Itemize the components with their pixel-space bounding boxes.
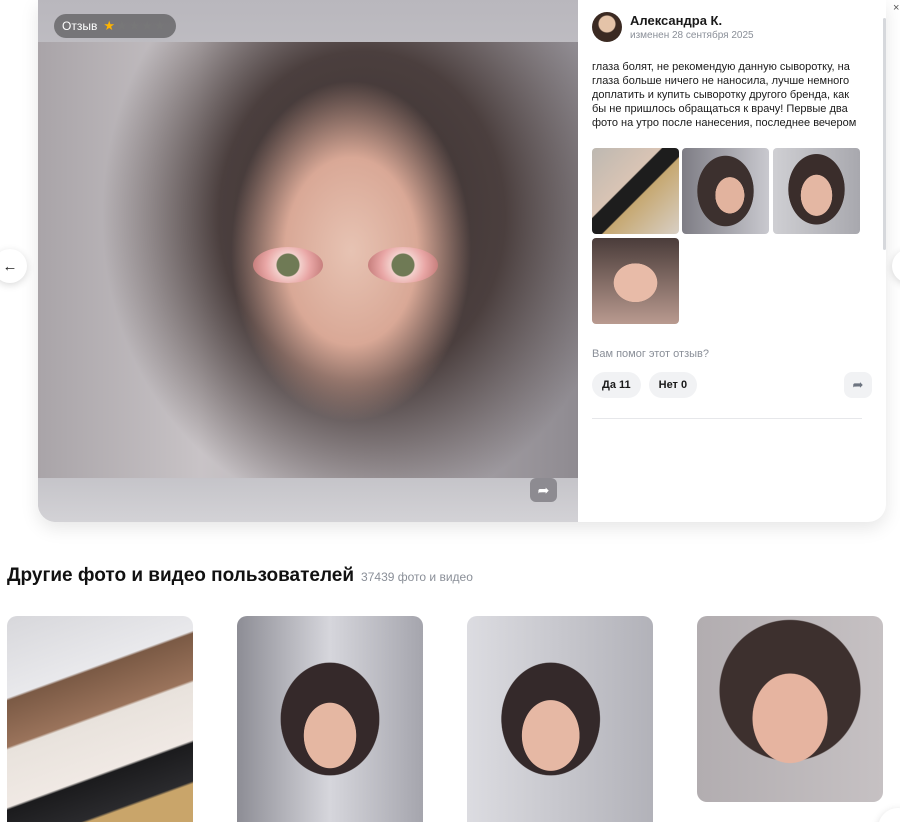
review-media-viewer[interactable]: Отзыв ★ ★ ★ ★ ★ ➦: [38, 0, 578, 522]
gallery-photo[interactable]: [467, 616, 653, 822]
review-rating-badge: Отзыв ★ ★ ★ ★ ★: [54, 14, 176, 38]
previous-review-button[interactable]: ←: [0, 249, 27, 283]
gallery-photo[interactable]: [697, 616, 883, 802]
helpful-question: Вам помог этот отзыв?: [592, 348, 709, 360]
star-icon: ★: [153, 18, 166, 33]
side-panel-scrollbar[interactable]: [883, 18, 886, 250]
review-thumbnail[interactable]: [592, 238, 679, 324]
star-icon: ★: [128, 18, 141, 33]
review-details-panel: Александра К. изменен 28 сентября 2025 г…: [578, 0, 886, 522]
review-main-photo[interactable]: [38, 42, 578, 478]
share-review-button[interactable]: ➦: [844, 372, 872, 398]
review-card: Отзыв ★ ★ ★ ★ ★ ➦ Александра К. изменен …: [38, 0, 886, 522]
photo-eye-left: [253, 247, 323, 283]
gallery-count: 37439 фото и видео: [361, 570, 473, 584]
photo-eye-right: [368, 247, 438, 283]
review-badge-label: Отзыв: [62, 19, 98, 33]
star-icon: ★: [116, 18, 128, 33]
rating-stars: ★ ★ ★ ★ ★: [103, 18, 165, 34]
star-icon: ★: [141, 18, 153, 33]
review-thumbnail[interactable]: [592, 148, 679, 234]
share-icon: ➦: [537, 481, 550, 498]
gallery-grid: [7, 616, 883, 822]
arrow-left-icon: ←: [2, 257, 18, 275]
vote-yes-button[interactable]: Да 11: [592, 372, 641, 398]
gallery-photo[interactable]: [7, 616, 193, 822]
gallery-photo[interactable]: [237, 616, 423, 822]
review-thumbnail[interactable]: [682, 148, 769, 234]
star-icon: ★: [103, 18, 115, 33]
media-share-button[interactable]: ➦: [530, 478, 557, 502]
divider: [592, 418, 862, 419]
close-icon[interactable]: ×: [893, 2, 899, 14]
gallery-header: Другие фото и видео пользователей 37439 …: [7, 565, 473, 587]
author-name: Александра К.: [630, 12, 723, 28]
gallery-title: Другие фото и видео пользователей: [7, 565, 355, 586]
media-bottom-bar: [38, 478, 578, 522]
review-author: Александра К. изменен 28 сентября 2025: [592, 12, 872, 42]
helpful-votes: Да 11 Нет 0 ➦: [592, 372, 872, 398]
review-thumbnails: [592, 148, 872, 324]
avatar: [592, 12, 622, 42]
share-icon: ➦: [852, 377, 864, 392]
review-text: глаза болят, не рекомендую данную сыворо…: [592, 61, 857, 129]
vote-no-button[interactable]: Нет 0: [648, 372, 698, 398]
review-date: изменен 28 сентября 2025: [630, 29, 754, 41]
next-review-button[interactable]: [892, 249, 900, 283]
review-thumbnail[interactable]: [773, 148, 860, 234]
